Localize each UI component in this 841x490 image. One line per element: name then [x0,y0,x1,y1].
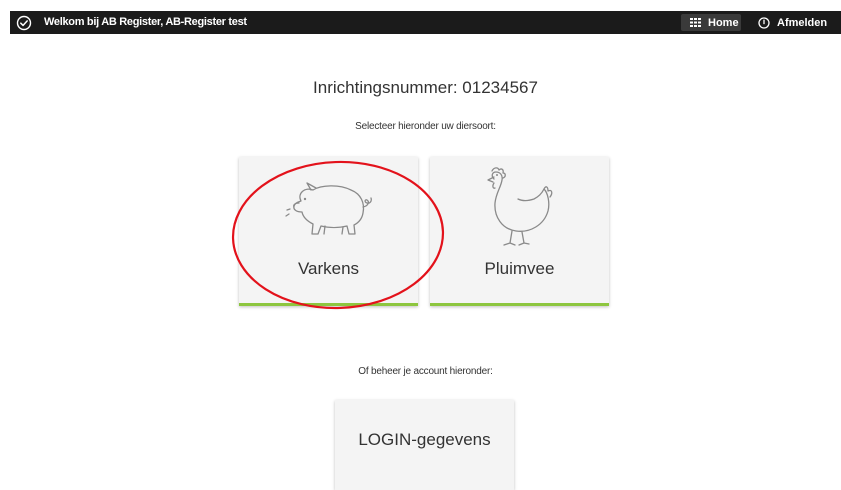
page-title: Inrichtingsnummer: 01234567 [313,78,538,97]
login-details-label: LOGIN-gegevens [358,430,491,449]
species-prompt: Selecteer hieronder uw diersoort: [355,121,496,132]
logout-label: Afmelden [777,16,828,29]
welcome-text: Welkom bij AB Register, AB-Register test [44,16,247,28]
species-label-pluimvee: Pluimvee [484,259,555,278]
grid-icon [690,18,701,27]
logout-button[interactable]: Afmelden [758,14,827,31]
home-button[interactable]: Home [681,14,741,31]
home-label: Home [708,16,739,29]
species-label-varkens: Varkens [297,259,360,278]
login-details-tile[interactable]: LOGIN-gegevens [335,400,514,490]
top-bar: Welkom bij AB Register, AB-Register test… [10,11,841,34]
species-tile-varkens[interactable]: Varkens [239,157,418,306]
chicken-icon [487,167,553,246]
check-circle-icon [16,14,32,31]
species-tile-pluimvee[interactable]: Pluimvee [430,157,609,306]
power-icon [758,16,770,29]
pig-icon [285,182,372,235]
account-prompt: Of beheer je account hieronder: [358,366,493,377]
